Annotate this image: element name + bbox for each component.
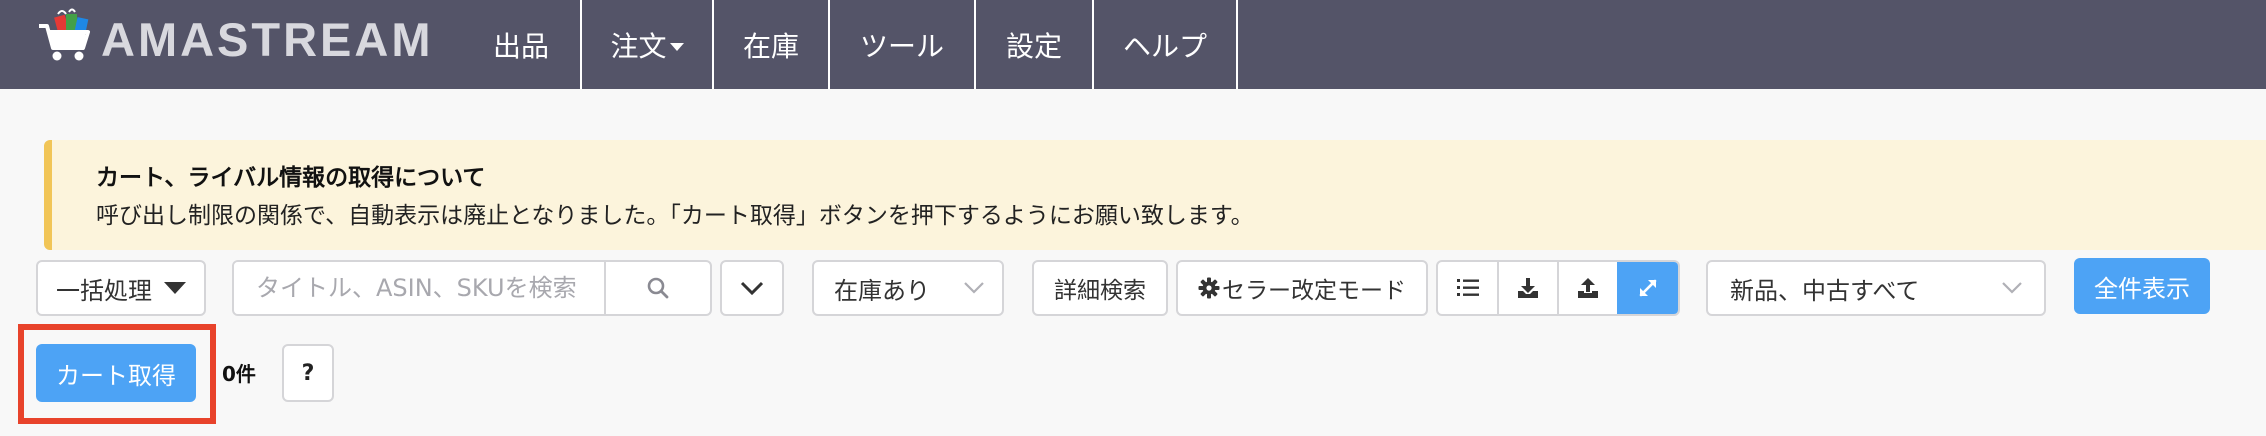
notice-banner: カート、ライバル情報の取得について 呼び出し制限の関係で、自動表示は廃止となりま…: [44, 140, 2266, 250]
view-action-group: [1436, 260, 1680, 316]
nav-item-0[interactable]: 出品: [462, 0, 580, 89]
condition-filter-value: 新品、中古すべて: [1730, 276, 1920, 305]
bulk-action-dropdown[interactable]: 一括処理: [36, 260, 206, 316]
bulk-action-label: 一括処理: [56, 276, 152, 305]
upload-button[interactable]: [1557, 262, 1617, 314]
chevron-down-icon: [740, 281, 764, 296]
stock-filter-value: 在庫あり: [834, 276, 930, 305]
nav-item-label: ヘルプ: [1122, 29, 1207, 63]
expand-icon: [1639, 279, 1657, 297]
download-button[interactable]: [1497, 262, 1557, 314]
nav-item-5[interactable]: ヘルプ: [1092, 0, 1236, 89]
nav-item-4[interactable]: 設定: [974, 0, 1092, 89]
main-nav-menu: 出品 注文 在庫 ツール 設定 ヘルプ: [462, 0, 1238, 89]
nav-item-1[interactable]: 注文: [580, 0, 712, 89]
search-options-toggle[interactable]: [720, 260, 784, 316]
notice-body: 呼び出し制限の関係で、自動表示は廃止となりました。「カート取得」ボタンを押下する…: [96, 203, 1254, 229]
condition-filter-select[interactable]: 新品、中古すべて: [1706, 260, 2046, 316]
brand-name: AMASTREAM: [101, 13, 434, 66]
seller-mode-button[interactable]: セラー改定モード: [1176, 260, 1428, 316]
nav-item-2[interactable]: 在庫: [712, 0, 828, 89]
nav-item-3[interactable]: ツール: [828, 0, 974, 89]
gear-icon: [1198, 277, 1220, 299]
brand-logo[interactable]: AMASTREAM: [36, 6, 436, 66]
chevron-down-icon: [2002, 282, 2022, 294]
download-icon: [1518, 278, 1539, 298]
cart-get-button[interactable]: カート取得: [36, 344, 196, 402]
cart-logo-icon: [39, 8, 90, 61]
search-input[interactable]: [234, 262, 605, 314]
top-navbar: AMASTREAM 出品 注文 在庫 ツール 設定 ヘルプ: [0, 0, 2266, 89]
show-all-button[interactable]: 全件表示: [2074, 258, 2210, 314]
nav-item-label: 注文: [610, 29, 667, 63]
search-icon: [647, 277, 669, 299]
list-view-button[interactable]: [1438, 262, 1497, 314]
search-button[interactable]: [604, 262, 710, 314]
nav-item-label: 在庫: [742, 29, 799, 63]
result-count: 0件: [222, 362, 256, 386]
expand-button[interactable]: [1616, 262, 1678, 314]
nav-item-label: 出品: [492, 29, 549, 63]
detail-search-button[interactable]: 詳細検索: [1032, 260, 1168, 316]
stock-filter-select[interactable]: 在庫あり: [812, 260, 1004, 316]
caret-down-icon: [669, 42, 684, 51]
help-button[interactable]: ?: [282, 344, 334, 402]
nav-item-label: 設定: [1005, 29, 1062, 63]
seller-mode-label: セラー改定モード: [1222, 278, 1406, 304]
nav-item-label: ツール: [859, 29, 944, 63]
upload-icon: [1577, 278, 1598, 298]
caret-down-icon: [164, 282, 186, 294]
list-icon: [1456, 279, 1479, 296]
notice-title: カート、ライバル情報の取得について: [96, 165, 486, 191]
chevron-down-icon: [964, 282, 984, 294]
detail-search-label: 詳細検索: [1054, 278, 1146, 304]
search-group: [232, 260, 712, 316]
